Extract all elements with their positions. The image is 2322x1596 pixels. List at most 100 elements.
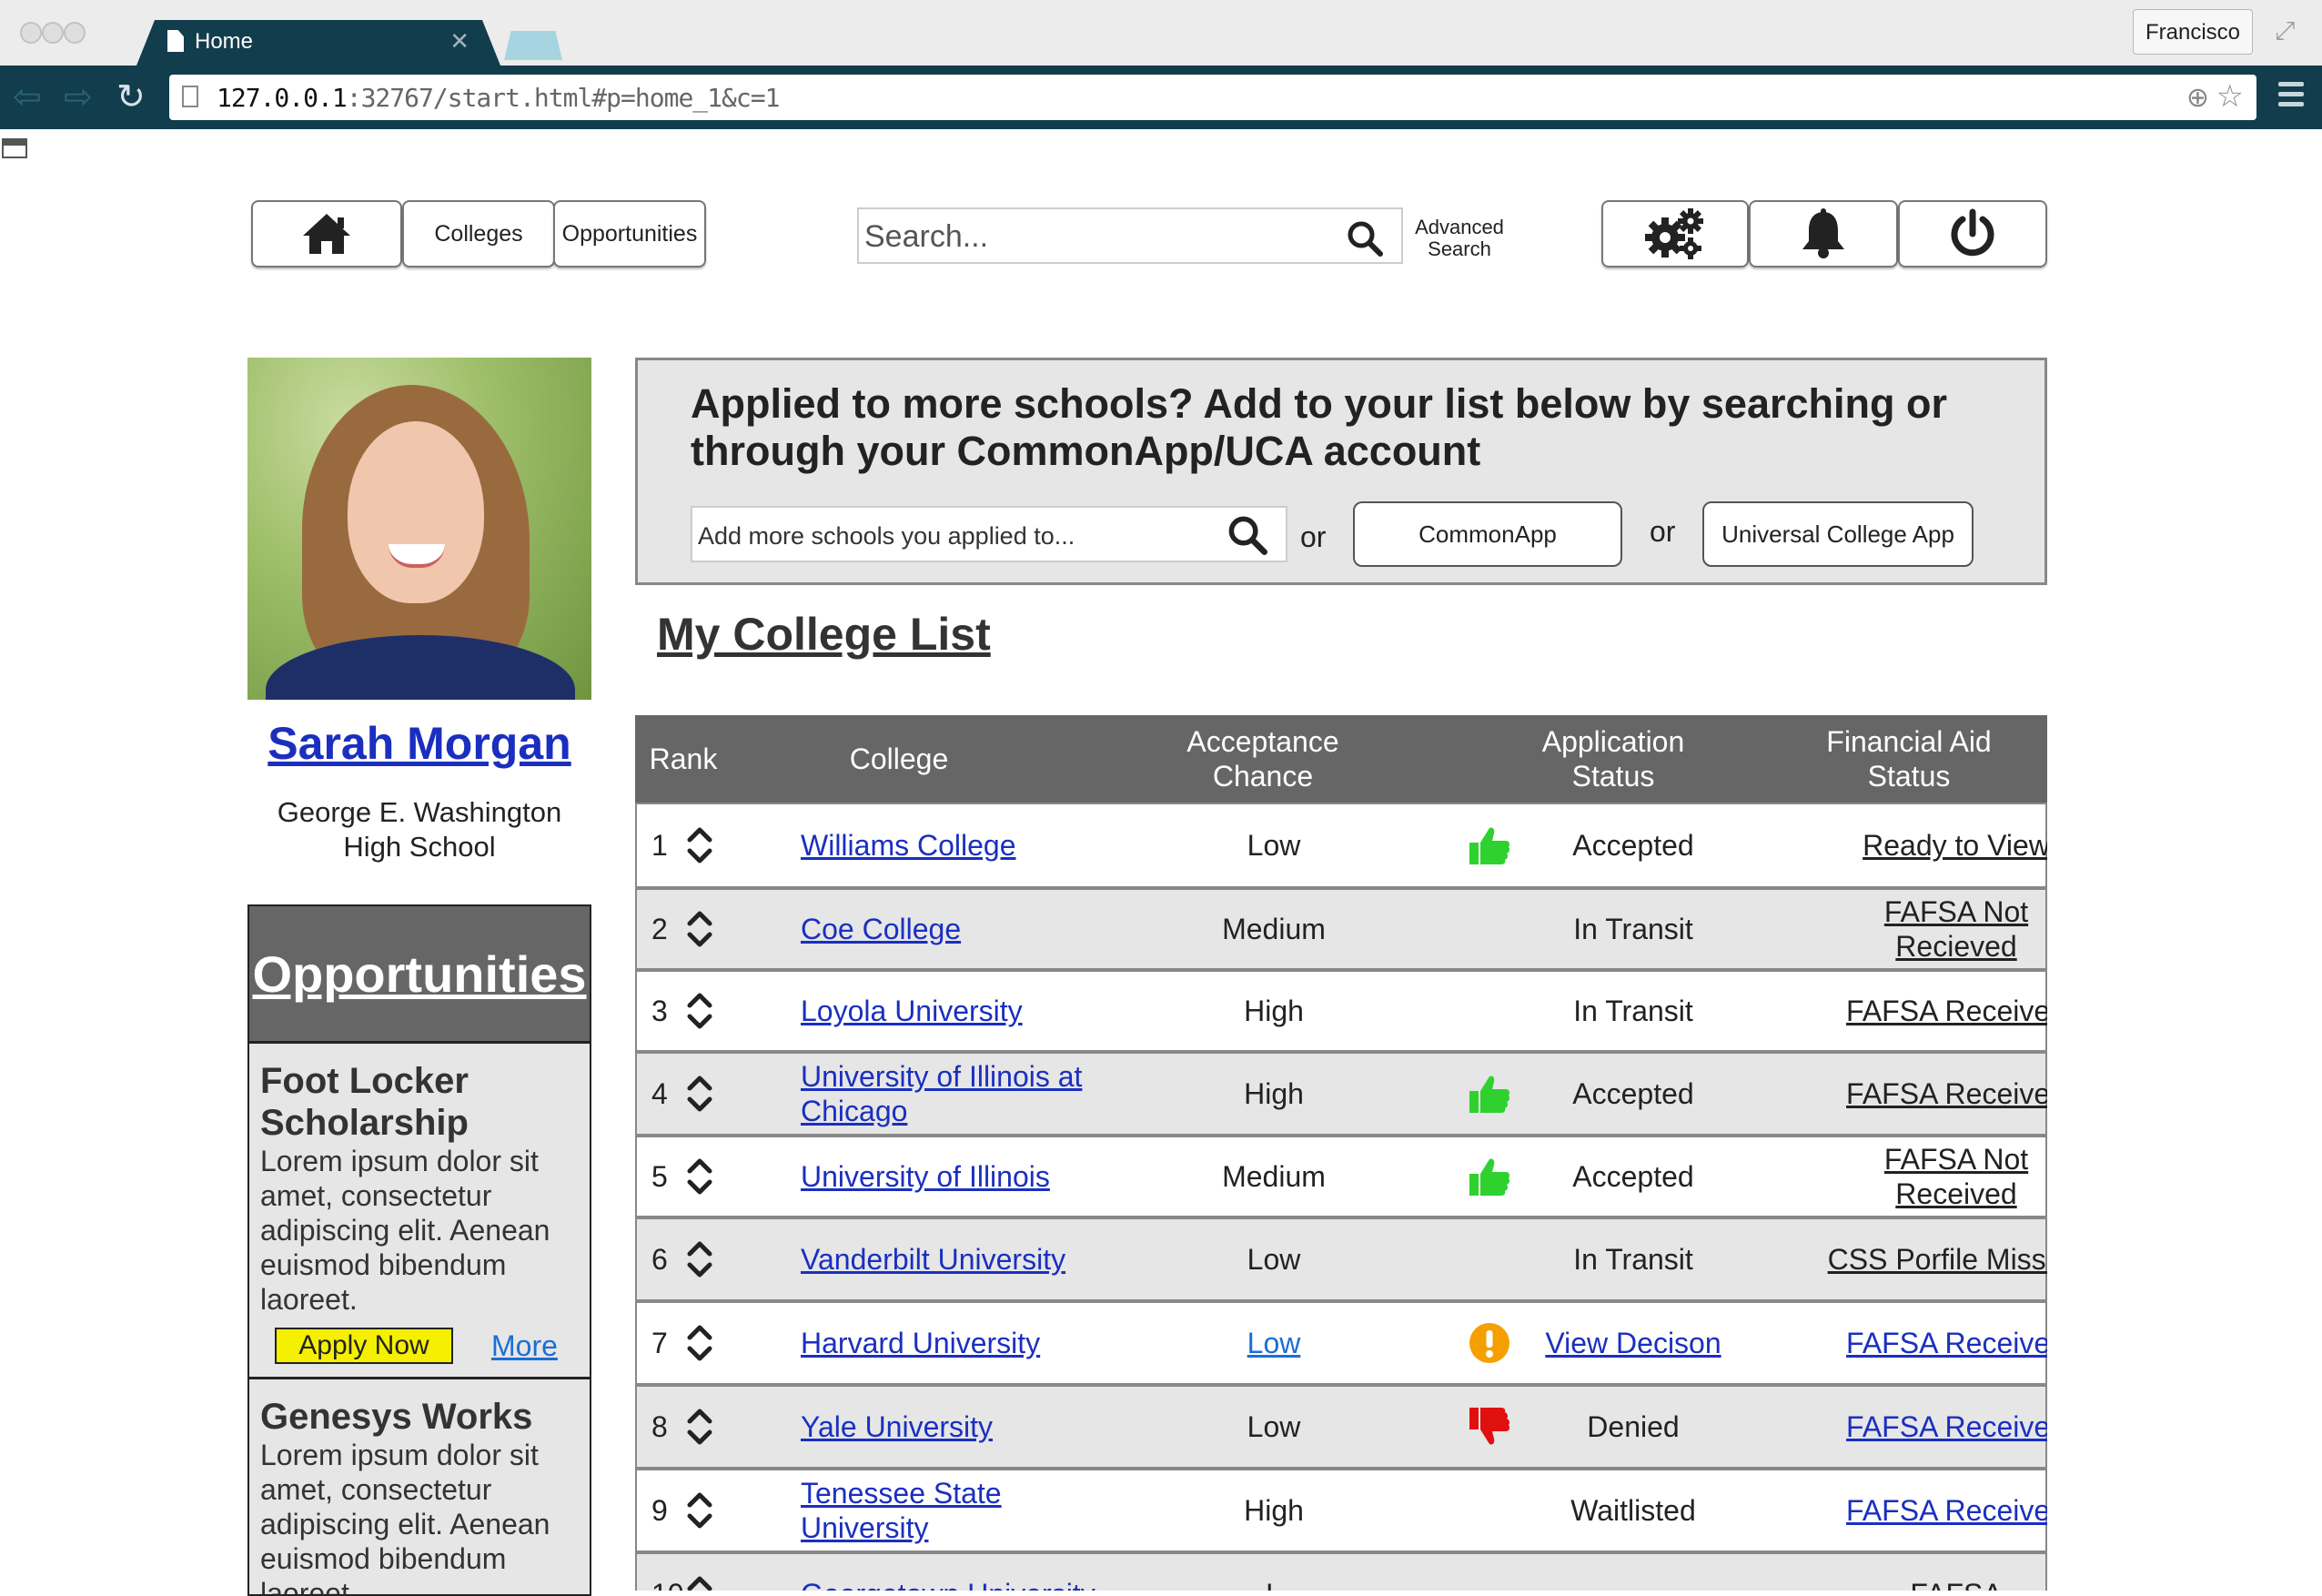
sidebar-toggle-icon[interactable] (2, 138, 27, 158)
application-status: In Transit (1573, 1243, 1693, 1276)
opportunities-panel: Opportunities Foot Locker Scholarship Lo… (247, 904, 591, 1596)
url-text: 127.0.0.1:32767/start.html#p=home_1&c=1 (217, 83, 780, 113)
financial-aid-status-link[interactable]: FAFSA Received (1820, 1387, 2047, 1467)
opportunity-description: Lorem ipsum dolor sit amet, consectetur … (260, 1439, 550, 1596)
apply-now-button[interactable]: Apply Now (275, 1328, 453, 1364)
back-arrow-icon[interactable]: ⇦ (13, 76, 42, 117)
application-status: In Transit (1573, 995, 1693, 1027)
browser-menu-icon[interactable] (2278, 82, 2304, 112)
acceptance-chance[interactable]: Low (1146, 1303, 1401, 1383)
bookmark-star-icon[interactable]: ☆ (2216, 78, 2244, 115)
sort-arrows-icon[interactable] (684, 1387, 715, 1467)
table-row: 5 University of Illinois Medium Accepted FAF… (635, 1136, 2047, 1217)
college-link[interactable]: Loyola University (801, 972, 1128, 1050)
tab-close-icon[interactable]: ✕ (449, 27, 469, 56)
rank-number: 9 (651, 1494, 668, 1527)
sort-arrows-icon[interactable] (684, 1137, 715, 1216)
college-link[interactable]: Williams College (801, 804, 1128, 886)
search-icon[interactable] (1227, 515, 1267, 555)
window-minimize-button[interactable] (42, 22, 64, 44)
rank-number: 7 (651, 1327, 668, 1359)
profile-photo (247, 358, 591, 700)
profile-name-link[interactable]: Sarah Morgan (247, 717, 591, 770)
acceptance-chance: High (1244, 995, 1304, 1027)
rank-number: 6 (651, 1243, 668, 1276)
reload-icon[interactable]: ↻ (116, 76, 146, 117)
add-schools-input[interactable] (696, 513, 1209, 559)
table-header: Rank College Acceptance Chance Applicati… (635, 715, 2047, 803)
sort-arrows-icon[interactable] (684, 1554, 715, 1591)
application-status: In Transit (1573, 913, 1693, 945)
financial-aid-status-link[interactable]: FAFSA Received (1820, 1470, 2047, 1551)
financial-aid-status-link[interactable]: FAFSA Received (1820, 1303, 2047, 1383)
forward-arrow-icon[interactable]: ⇨ (64, 76, 93, 117)
header-financial-aid-status: Financial Aid Status (1826, 725, 1992, 793)
commonapp-button[interactable]: CommonApp (1353, 501, 1622, 567)
sort-arrows-icon[interactable] (684, 972, 715, 1050)
sort-arrows-icon[interactable] (684, 1054, 715, 1134)
fullscreen-icon[interactable]: ⤢ (2275, 16, 2295, 46)
opportunity-title: Genesys Works (260, 1397, 533, 1437)
application-status (1519, 1554, 1747, 1591)
settings-button[interactable] (1601, 200, 1749, 268)
college-link[interactable]: Georgetown University (801, 1554, 1128, 1591)
address-bar[interactable]: 127.0.0.1:32767/start.html#p=home_1&c=1 … (169, 75, 2256, 120)
home-button[interactable] (251, 200, 402, 268)
browser-toolbar: ⇦ ⇨ ↻ 127.0.0.1:32767/start.html#p=home_… (0, 66, 2322, 129)
financial-aid-status-link[interactable]: CSS Porfile Missing (1820, 1219, 2047, 1299)
header-acceptance-chance: Acceptance Chance (1186, 725, 1339, 793)
college-link[interactable]: University of Illinois at Chicago (801, 1054, 1128, 1134)
application-status: Waitlisted (1570, 1494, 1696, 1527)
financial-aid-status-link[interactable]: FAFSA Not Received (1820, 1137, 2047, 1216)
sort-arrows-icon[interactable] (684, 804, 715, 886)
table-row: 2 Coe College Medium In Transit FAFSA Not Re… (635, 888, 2047, 970)
sort-arrows-icon[interactable] (684, 1219, 715, 1299)
college-link[interactable]: Coe College (801, 890, 1128, 968)
opportunities-button[interactable]: Opportunities (553, 200, 706, 268)
universal-college-app-button[interactable]: Universal College App (1702, 501, 1974, 567)
new-tab-button[interactable] (504, 31, 562, 60)
notifications-button[interactable] (1749, 200, 1898, 268)
financial-aid-status-link[interactable]: FAFSA (1820, 1554, 2047, 1591)
add-schools-box (691, 506, 1287, 562)
financial-aid-status-link[interactable]: FAFSA Received (1820, 1054, 2047, 1134)
banner-heading: Applied to more schools? Add to your lis… (691, 380, 1947, 474)
header-college: College (849, 742, 949, 775)
acceptance-chance: Low (1247, 1410, 1301, 1443)
financial-aid-status-link[interactable]: FAFSA Received (1820, 972, 2047, 1050)
profile-button[interactable]: Francisco (2133, 9, 2253, 55)
application-status[interactable]: View Decison (1519, 1303, 1747, 1383)
sort-arrows-icon[interactable] (684, 890, 715, 968)
application-status: Accepted (1572, 1077, 1694, 1110)
browser-tab-active[interactable]: Home ✕ (136, 20, 500, 66)
colleges-button[interactable]: Colleges (402, 200, 555, 268)
application-status: Denied (1587, 1410, 1680, 1443)
opportunities-heading-link[interactable]: Opportunities (249, 906, 590, 1044)
search-icon[interactable] (1347, 220, 1383, 257)
college-link[interactable]: Tenessee State University (801, 1470, 1128, 1551)
window-maximize-button[interactable] (64, 22, 86, 44)
college-link[interactable]: Vanderbilt University (801, 1219, 1128, 1299)
acceptance-chance: High (1244, 1077, 1304, 1110)
table-row: 6 Vanderbilt University Low In Transit CSS P… (635, 1217, 2047, 1301)
sort-arrows-icon[interactable] (684, 1303, 715, 1383)
college-list-table: Rank College Acceptance Chance Applicati… (635, 715, 2047, 1591)
college-link[interactable]: Harvard University (801, 1303, 1128, 1383)
table-row: 8 Yale University Low Denied FAFSA Received (635, 1385, 2047, 1469)
advanced-search-link[interactable]: Advanced Search (1408, 217, 1510, 260)
financial-aid-status-link[interactable]: FAFSA Not Recieved (1820, 890, 2047, 968)
sort-arrows-icon[interactable] (684, 1470, 715, 1551)
search-input[interactable] (863, 213, 1321, 260)
financial-aid-status-link[interactable]: Ready to View (1820, 804, 2047, 886)
college-link[interactable]: Yale University (801, 1387, 1128, 1467)
rank-number: 10 (651, 1554, 684, 1591)
more-link[interactable]: More (491, 1329, 558, 1363)
opportunity-title: Foot Locker Scholarship (260, 1061, 469, 1143)
college-link[interactable]: University of Illinois (801, 1137, 1128, 1216)
tab-title: Home (195, 29, 254, 54)
table-row: 4 University of Illinois at Chicago High Ac… (635, 1052, 2047, 1136)
thumbs-down-icon (1467, 1387, 1512, 1467)
logout-button[interactable] (1898, 200, 2047, 268)
zoom-icon[interactable]: ⊕ (2186, 82, 2209, 114)
window-close-button[interactable] (20, 22, 42, 44)
